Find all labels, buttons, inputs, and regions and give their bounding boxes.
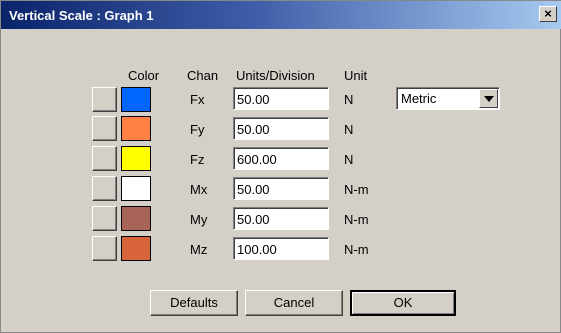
color-picker-button-fy[interactable]	[92, 116, 117, 141]
color-swatch-fx[interactable]	[121, 87, 151, 112]
color-picker-button-mx[interactable]	[92, 176, 117, 201]
chan-header: Chan	[187, 68, 219, 83]
title-bar[interactable]: Vertical Scale : Graph 1 ×	[1, 1, 561, 29]
unit-label-fz: N	[344, 152, 354, 167]
color-swatch-mz[interactable]	[121, 236, 151, 261]
color-header: Color	[128, 68, 160, 83]
chan-label-fx: Fx	[190, 92, 205, 107]
unit-label-mx: N-m	[344, 182, 369, 197]
unit-label-fx: N	[344, 92, 354, 107]
unit-label-mz: N-m	[344, 242, 369, 257]
units-division-input-mx[interactable]	[233, 177, 329, 200]
units-division-header: Units/Division	[236, 68, 315, 83]
vertical-scale-dialog: Vertical Scale : Graph 1 × Color Chan Un…	[0, 0, 561, 333]
cancel-button[interactable]: Cancel	[245, 290, 343, 316]
unit-label-fy: N	[344, 122, 354, 137]
unit-system-select[interactable]: Metric	[396, 87, 500, 110]
color-swatch-fz[interactable]	[121, 146, 151, 171]
color-picker-button-fz[interactable]	[92, 146, 117, 171]
units-division-input-fz[interactable]	[233, 147, 329, 170]
chan-label-fy: Fy	[190, 122, 205, 137]
units-division-input-fy[interactable]	[233, 117, 329, 140]
unit-label-my: N-m	[344, 212, 369, 227]
color-picker-button-fx[interactable]	[92, 87, 117, 112]
color-picker-button-my[interactable]	[92, 206, 117, 231]
chan-label-mx: Mx	[190, 182, 208, 197]
close-button[interactable]: ×	[539, 6, 557, 22]
chan-label-fz: Fz	[190, 152, 205, 167]
ok-button[interactable]: OK	[350, 290, 456, 316]
defaults-button[interactable]: Defaults	[150, 290, 238, 316]
dropdown-arrow-icon[interactable]	[479, 89, 498, 108]
unit-header: Unit	[344, 68, 368, 83]
color-swatch-fy[interactable]	[121, 116, 151, 141]
window-title: Vertical Scale : Graph 1	[9, 8, 154, 23]
unit-system-value: Metric	[401, 91, 437, 106]
color-swatch-mx[interactable]	[121, 176, 151, 201]
color-picker-button-mz[interactable]	[92, 236, 117, 261]
units-division-input-fx[interactable]	[233, 87, 329, 110]
units-division-input-my[interactable]	[233, 207, 329, 230]
chan-label-my: My	[190, 212, 208, 227]
color-swatch-my[interactable]	[121, 206, 151, 231]
units-division-input-mz[interactable]	[233, 237, 329, 260]
chan-label-mz: Mz	[190, 242, 208, 257]
